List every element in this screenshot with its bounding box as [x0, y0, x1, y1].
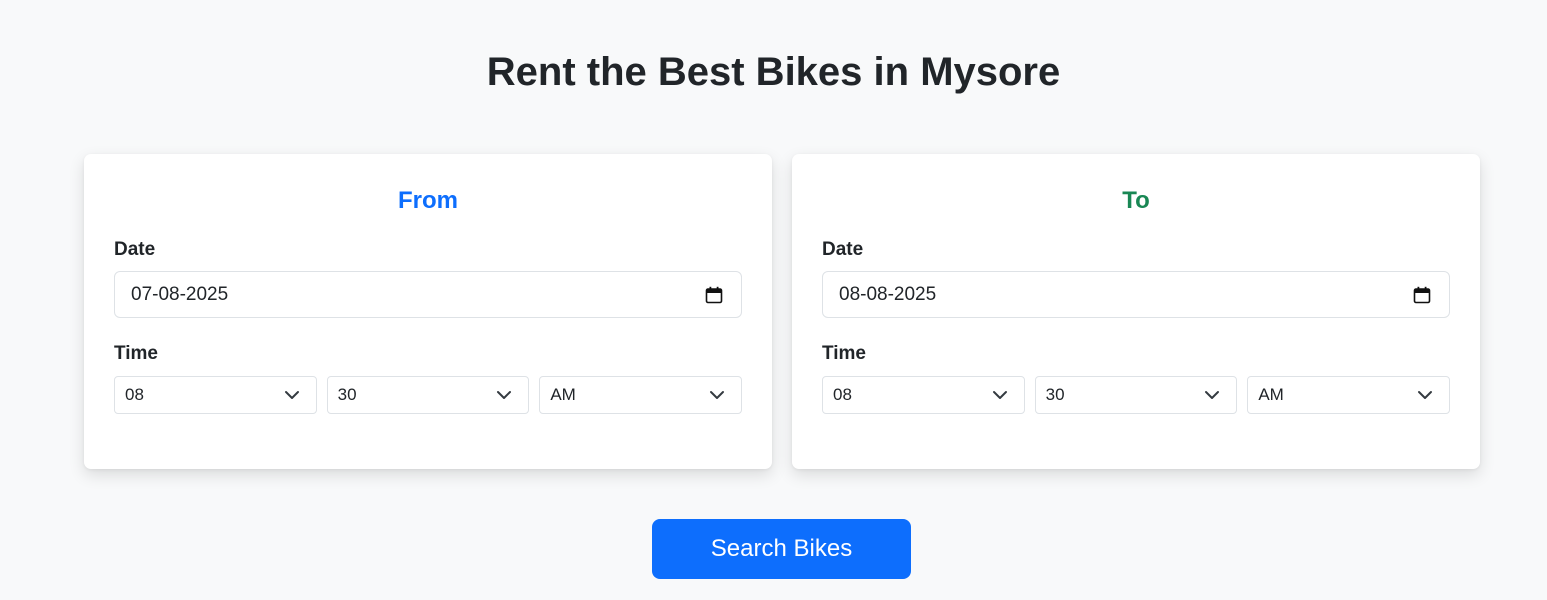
chevron-down-icon [497, 391, 512, 399]
from-period-select[interactable]: AM [539, 376, 743, 414]
chevron-down-icon [1205, 391, 1220, 399]
from-card: From Date 07-08-2025 Time 08 30 AM [84, 154, 772, 469]
to-date-value: 08-08-2025 [839, 283, 937, 305]
to-card: To Date 08-08-2025 Time 08 30 AM [792, 154, 1480, 469]
bike-rental-page: Rent the Best Bikes in Mysore From Date … [0, 0, 1547, 600]
from-time-label: Time [114, 343, 159, 364]
from-heading: From [398, 187, 458, 214]
from-minute-select[interactable]: 30 [326, 376, 530, 414]
chevron-down-icon [1418, 391, 1433, 399]
from-hour-select[interactable]: 08 [114, 376, 317, 414]
to-hour-select[interactable]: 08 [822, 376, 1025, 414]
chevron-down-icon [710, 391, 725, 399]
to-time-row: 08 30 AM [822, 376, 1451, 414]
to-time-label: Time [822, 343, 867, 364]
page-title: Rent the Best Bikes in Mysore [486, 50, 1061, 94]
to-date-input[interactable]: 08-08-2025 [822, 271, 1450, 318]
to-heading: To [1122, 187, 1150, 214]
from-date-value: 07-08-2025 [131, 283, 229, 305]
from-date-input[interactable]: 07-08-2025 [114, 271, 742, 318]
calendar-icon[interactable] [705, 286, 723, 304]
to-minute-value: 30 [1045, 385, 1065, 404]
to-date-label: Date [822, 239, 864, 260]
from-hour-value: 08 [125, 385, 144, 404]
from-minute-value: 30 [337, 385, 357, 404]
from-time-row: 08 30 AM [114, 376, 743, 414]
to-period-value: AM [1258, 385, 1284, 404]
from-period-value: AM [550, 385, 576, 404]
calendar-icon[interactable] [1413, 286, 1431, 304]
chevron-down-icon [992, 391, 1007, 399]
chevron-down-icon [284, 391, 299, 399]
from-date-label: Date [114, 239, 156, 260]
search-bikes-button[interactable]: Search Bikes [652, 519, 911, 579]
to-hour-value: 08 [833, 385, 852, 404]
to-minute-select[interactable]: 30 [1034, 376, 1238, 414]
to-period-select[interactable]: AM [1247, 376, 1451, 414]
